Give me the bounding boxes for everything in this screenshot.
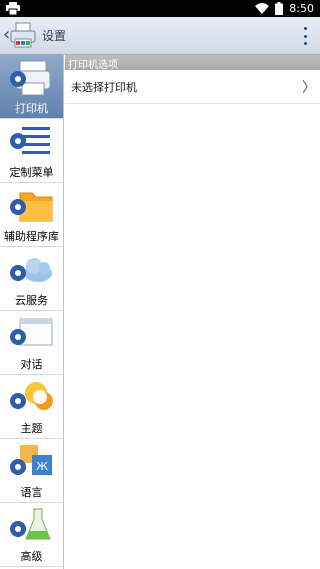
status-bar: 8:50 — [0, 0, 320, 17]
section-title: 打印机选项 — [68, 60, 118, 71]
sidebar-item-label: 云服务 — [15, 294, 48, 307]
select-printer-row[interactable]: 未选择打印机 〉 — [65, 70, 320, 104]
printer-app-icon — [10, 22, 36, 48]
sidebar-item-advanced[interactable]: 高级 — [0, 503, 63, 567]
sidebar-item-label: 打印机 — [15, 102, 48, 115]
page-title: 设置 — [42, 29, 67, 43]
printer-notification-icon — [6, 2, 20, 15]
section-header: 打印机选项 — [65, 55, 320, 71]
sun-moon-gear-icon — [10, 382, 53, 410]
cloud-gear-icon — [10, 258, 52, 282]
sidebar-item-cloud-services[interactable]: 云服务 — [0, 247, 63, 311]
sidebar-item-label: 对话 — [20, 358, 43, 371]
sidebar-item-label: 定制菜单 — [9, 166, 54, 179]
battery-icon — [275, 2, 284, 15]
sidebar-item-theme[interactable]: 主题 — [0, 375, 63, 439]
dialog-window-gear-icon — [10, 318, 53, 346]
folder-gear-icon — [10, 192, 53, 222]
sidebar-item-label: 辅助程序库 — [4, 230, 59, 243]
sidebar-item-dialog[interactable]: 对话 — [0, 311, 63, 375]
sidebar-item-helper-library[interactable]: 辅助程序库 — [0, 183, 63, 247]
back-button[interactable]: ‹ — [0, 17, 38, 55]
overflow-menu-icon[interactable] — [302, 27, 308, 45]
sidebar-item-printer[interactable]: 打印机 — [0, 55, 63, 119]
sidebar-item-label: 高级 — [20, 550, 43, 563]
printer-gear-icon — [10, 60, 51, 96]
sidebar-item-label: 语言 — [20, 486, 43, 499]
language-gear-icon: Ж — [10, 445, 52, 475]
status-time: 8:50 — [289, 2, 314, 15]
svg-text:Ж: Ж — [36, 460, 48, 473]
sidebar-item-custom-menu[interactable]: 定制菜单 — [0, 119, 63, 183]
chevron-right-icon: 〉 — [302, 80, 316, 96]
select-printer-label: 未选择打印机 — [71, 81, 137, 94]
flask-gear-icon — [10, 508, 51, 540]
settings-sidebar: 打印机 定制菜单 辅助程序库 云服务 对话 主题 Ж 语言 高级 — [0, 55, 64, 569]
app-bar: ‹ 设置 — [0, 17, 320, 55]
printer-settings-panel: 打印机选项 未选择打印机 〉 — [65, 55, 320, 569]
sidebar-item-language[interactable]: Ж 语言 — [0, 439, 63, 503]
wifi-icon — [255, 3, 270, 14]
menu-list-gear-icon — [10, 127, 50, 154]
sidebar-item-label: 主题 — [20, 422, 43, 435]
